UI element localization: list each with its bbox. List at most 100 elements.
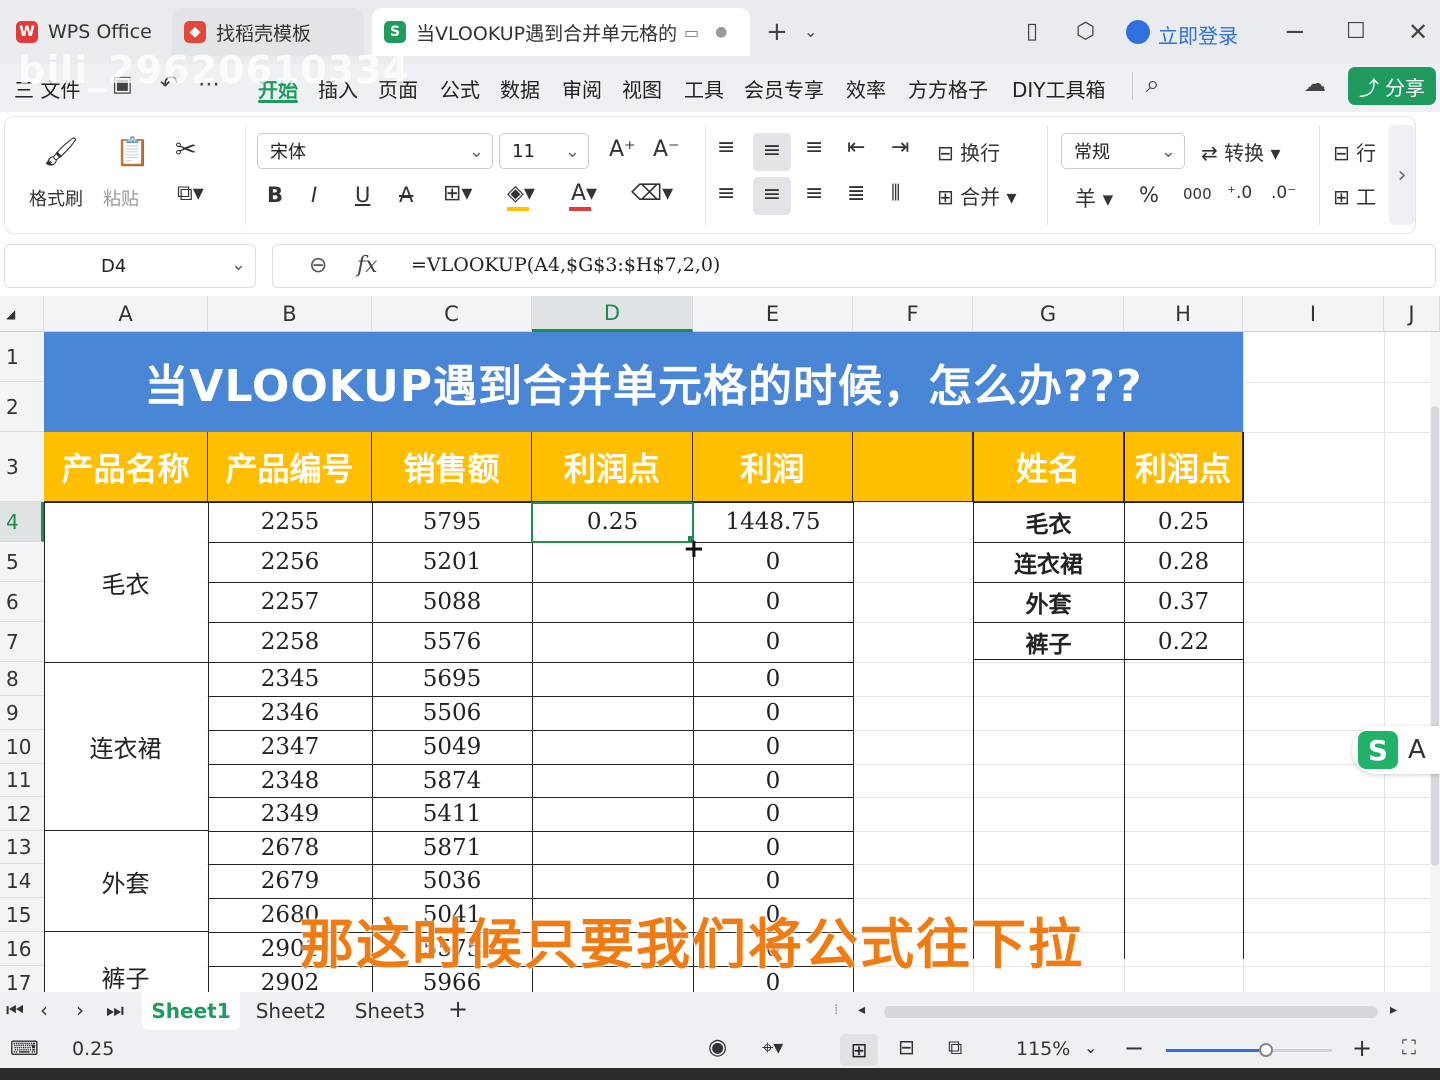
- cell-product-code[interactable]: 2255: [208, 502, 372, 542]
- fullscreen-icon[interactable]: ⛶: [1402, 1035, 1416, 1059]
- eye-protection-icon[interactable]: ◉: [708, 1035, 727, 1060]
- cell-product-code[interactable]: 2346: [208, 696, 372, 730]
- align-left-icon[interactable]: ≡: [717, 181, 735, 206]
- header-lookup-point[interactable]: 利润点: [1124, 432, 1243, 502]
- cell-profit[interactable]: 0: [693, 831, 853, 864]
- cell-profit-point[interactable]: [532, 730, 693, 764]
- decrease-font-icon[interactable]: A⁻: [653, 137, 680, 162]
- cell-lookup-point[interactable]: 0.28: [1124, 542, 1243, 582]
- merged-cell-coat[interactable]: 外套: [44, 831, 207, 931]
- search-icon[interactable]: ⌕: [1146, 70, 1159, 98]
- cloud-icon[interactable]: ☁: [1304, 72, 1326, 97]
- cell-focus-icon[interactable]: ⌖▾: [762, 1035, 783, 1059]
- zoom-chevron-icon[interactable]: ⌄: [1084, 1038, 1097, 1057]
- cell-sales[interactable]: 5695: [372, 662, 532, 696]
- cell-profit-point[interactable]: [532, 831, 693, 864]
- cell-lookup-point[interactable]: 0.37: [1124, 582, 1243, 622]
- cell-lookup-point[interactable]: 0.22: [1124, 622, 1243, 662]
- cell-sales[interactable]: 5576: [372, 622, 532, 662]
- cell-profit[interactable]: 0: [693, 582, 853, 622]
- cell-sales[interactable]: 5506: [372, 696, 532, 730]
- menu-review[interactable]: 审阅: [562, 74, 602, 103]
- row-header-5[interactable]: 5: [0, 542, 44, 582]
- row-header-15[interactable]: 15: [0, 898, 44, 932]
- font-size-select[interactable]: 11 ⌄: [499, 133, 589, 169]
- merged-cell-pants[interactable]: 裤子: [44, 932, 207, 996]
- cell-profit[interactable]: 0: [693, 730, 853, 764]
- cell-profit[interactable]: 0: [693, 662, 853, 696]
- maximize-icon[interactable]: ☐: [1346, 14, 1366, 50]
- distribute-icon[interactable]: ⫴: [891, 181, 900, 206]
- row-header-12[interactable]: 12: [0, 797, 44, 831]
- thousands-button[interactable]: 000: [1183, 185, 1212, 203]
- paste-button[interactable]: 粘贴: [103, 185, 139, 211]
- new-tab-icon[interactable]: +: [766, 14, 788, 50]
- row-header-8[interactable]: 8: [0, 662, 44, 696]
- horizontal-scroll-thumb[interactable]: [884, 1006, 1378, 1018]
- number-format-select[interactable]: 常规 ⌄: [1061, 133, 1185, 169]
- column-header-d[interactable]: D: [532, 296, 693, 332]
- row-header-16[interactable]: 16: [0, 932, 44, 966]
- login-link[interactable]: 立即登录: [1158, 20, 1238, 49]
- cell-sales[interactable]: 5871: [372, 831, 532, 864]
- name-box[interactable]: D4 ⌄: [4, 244, 256, 288]
- header-lookup-name[interactable]: 姓名: [973, 432, 1124, 502]
- percent-button[interactable]: %: [1139, 183, 1159, 207]
- worksheet-button[interactable]: ⊞ 工: [1333, 181, 1376, 210]
- align-middle-icon[interactable]: ≡: [753, 133, 791, 171]
- cell-product-code[interactable]: 2678: [208, 831, 372, 864]
- cell-lookup-point[interactable]: 0.25: [1124, 502, 1243, 542]
- cell-profit[interactable]: 0: [693, 622, 853, 662]
- cell-product-code[interactable]: 2347: [208, 730, 372, 764]
- align-top-icon[interactable]: ≡: [717, 135, 735, 160]
- row-header-1[interactable]: 1: [0, 332, 44, 382]
- function-icon[interactable]: fx: [357, 253, 378, 278]
- row-header-4[interactable]: 4: [0, 502, 44, 542]
- macro-record-icon[interactable]: ⌨: [10, 1036, 39, 1060]
- align-right-icon[interactable]: ≡: [805, 181, 823, 206]
- zoom-slider-knob[interactable]: [1258, 1043, 1273, 1057]
- cell-product-code[interactable]: 2679: [208, 864, 372, 898]
- wrap-text-button[interactable]: ⊟ 换行: [937, 137, 1000, 166]
- row-header-10[interactable]: 10: [0, 730, 44, 764]
- menu-data[interactable]: 数据: [500, 74, 540, 103]
- convert-button[interactable]: ⇄ 转换 ▾: [1201, 137, 1281, 166]
- sheet-tab-3[interactable]: Sheet3: [342, 992, 438, 1030]
- increase-indent-icon[interactable]: ⇥: [891, 135, 909, 160]
- cell-lookup-name[interactable]: 裤子: [973, 622, 1124, 662]
- cell-profit[interactable]: 1448.75: [693, 502, 853, 542]
- cell-sales[interactable]: 5795: [372, 502, 532, 542]
- cell-lookup-name[interactable]: 连衣裙: [973, 542, 1124, 582]
- first-sheet-icon[interactable]: ⏮: [6, 998, 24, 1022]
- cell-lookup-name[interactable]: 毛衣: [973, 502, 1124, 542]
- scroll-right-icon[interactable]: ▸: [1390, 1002, 1397, 1018]
- page-break-view-icon[interactable]: ⧉: [948, 1035, 962, 1059]
- merge-cells-button[interactable]: ⊞ 合并 ▾: [937, 181, 1017, 210]
- unsaved-dot-icon[interactable]: ●: [715, 24, 727, 40]
- row-header-2[interactable]: 2: [0, 382, 44, 432]
- cell-profit-point[interactable]: [532, 542, 693, 582]
- format-painter-button[interactable]: 格式刷: [29, 185, 83, 211]
- increase-font-icon[interactable]: A⁺: [609, 137, 636, 162]
- column-header-i[interactable]: I: [1243, 296, 1384, 332]
- minimize-icon[interactable]: −: [1284, 14, 1306, 50]
- row-header-11[interactable]: 11: [0, 764, 44, 797]
- formula-input[interactable]: =VLOOKUP(A4,$G$3:$H$7,2,0): [411, 254, 720, 276]
- cell-product-code[interactable]: 2258: [208, 622, 372, 662]
- cube-icon[interactable]: ⬡: [1076, 14, 1095, 50]
- cut-icon[interactable]: ✂: [175, 135, 197, 165]
- prev-sheet-icon[interactable]: ‹: [40, 998, 48, 1022]
- add-sheet-icon[interactable]: +: [448, 995, 468, 1023]
- paste-icon[interactable]: 📋: [115, 135, 150, 168]
- cell-profit-point[interactable]: [532, 662, 693, 696]
- tablet-mode-icon[interactable]: ▯: [1026, 14, 1038, 50]
- cell-sales[interactable]: 5088: [372, 582, 532, 622]
- header-profit-point[interactable]: 利润点: [532, 432, 693, 502]
- border-icon[interactable]: ⊞▾: [443, 181, 472, 206]
- close-icon[interactable]: ✕: [1408, 14, 1428, 50]
- menu-tools[interactable]: 工具: [684, 74, 724, 103]
- zoom-formula-icon[interactable]: ⊖: [309, 253, 327, 278]
- floating-assistant-badge[interactable]: S A: [1352, 726, 1440, 774]
- cell-product-code[interactable]: 2256: [208, 542, 372, 582]
- menu-efficiency[interactable]: 效率: [846, 74, 886, 103]
